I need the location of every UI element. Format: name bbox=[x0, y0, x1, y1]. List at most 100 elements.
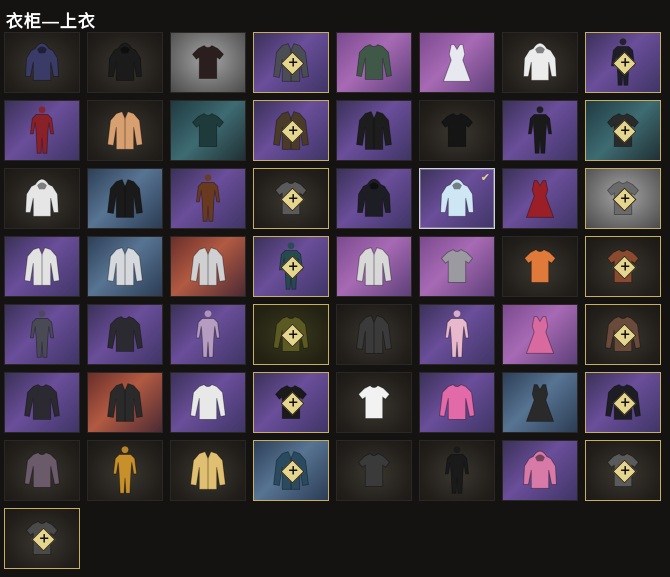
wardrobe-item-gray-suit[interactable] bbox=[4, 304, 80, 365]
check-icon: ✔ bbox=[480, 171, 490, 184]
longsleeve-icon bbox=[107, 316, 143, 352]
wardrobe-item-locked-jacket[interactable] bbox=[253, 32, 329, 93]
wardrobe-item-red-black-jacket[interactable] bbox=[87, 372, 163, 433]
suit-icon bbox=[195, 310, 221, 358]
page-title: 衣柜—上衣 bbox=[6, 12, 96, 31]
wardrobe-item-plaid-shirt[interactable] bbox=[4, 440, 80, 501]
hoodie-icon bbox=[108, 42, 142, 81]
wardrobe-item-white-biker-jacket[interactable] bbox=[4, 236, 80, 297]
wardrobe-item-pink-jumpsuit[interactable] bbox=[170, 304, 246, 365]
jacket-icon bbox=[107, 111, 143, 150]
wardrobe-item-locked-black-jacket[interactable] bbox=[585, 372, 661, 433]
wardrobe-item-red-dress[interactable] bbox=[502, 168, 578, 229]
hoodie-icon bbox=[523, 42, 557, 81]
wardrobe-item-white-blouse[interactable] bbox=[170, 372, 246, 433]
wardrobe-item-white-black-hoodie[interactable] bbox=[4, 168, 80, 229]
hoodie-icon bbox=[357, 178, 391, 217]
jacket-icon bbox=[356, 247, 392, 286]
suit-icon bbox=[112, 446, 138, 494]
tshirt-icon bbox=[523, 248, 557, 283]
wardrobe-item-tattoo-tee[interactable] bbox=[87, 304, 163, 365]
wardrobe-item-icy-hoodie[interactable]: ✔ bbox=[419, 168, 495, 229]
suit-icon bbox=[444, 446, 470, 494]
tshirt-icon bbox=[440, 248, 474, 283]
hoodie-icon bbox=[523, 450, 557, 489]
dress-icon bbox=[525, 180, 555, 218]
wardrobe-item-gold-sash-vest[interactable] bbox=[336, 100, 412, 161]
wardrobe-item-locked-dark-shirt[interactable] bbox=[585, 100, 661, 161]
suit-icon bbox=[29, 310, 55, 358]
wardrobe-item-locked-camo-coat[interactable] bbox=[253, 100, 329, 161]
wardrobe-grid: ✔ bbox=[4, 32, 668, 569]
wardrobe-item-mech-jacket[interactable] bbox=[170, 236, 246, 297]
wardrobe-item-duck-print-tee[interactable] bbox=[336, 372, 412, 433]
wardrobe-item-red-print-tshirt[interactable] bbox=[170, 32, 246, 93]
tshirt-icon bbox=[440, 112, 474, 147]
suit-icon bbox=[29, 106, 55, 154]
dress-icon bbox=[442, 44, 472, 82]
wardrobe-item-black-bodysuit[interactable] bbox=[502, 100, 578, 161]
longsleeve-icon bbox=[356, 44, 392, 80]
hoodie-icon bbox=[25, 178, 59, 217]
wardrobe-item-graffiti-sweater[interactable] bbox=[4, 372, 80, 433]
wardrobe-item-red-lined-jacket[interactable] bbox=[336, 304, 412, 365]
wardrobe-item-locked-black-tee[interactable] bbox=[253, 372, 329, 433]
wardrobe-item-locked-brown-sweater[interactable] bbox=[585, 304, 661, 365]
jacket-icon bbox=[24, 247, 60, 286]
jacket-icon bbox=[356, 111, 392, 150]
wardrobe-item-black-cloak[interactable] bbox=[336, 168, 412, 229]
wardrobe-item-locked-dark-outfit[interactable] bbox=[585, 32, 661, 93]
tshirt-icon bbox=[357, 384, 391, 419]
wardrobe-item-white-hoodie[interactable] bbox=[502, 32, 578, 93]
suit-icon bbox=[444, 310, 470, 358]
wardrobe-item-brown-coverall[interactable] bbox=[170, 168, 246, 229]
jacket-icon bbox=[190, 247, 226, 286]
tshirt-icon bbox=[357, 452, 391, 487]
wardrobe-item-locked-brown-tee[interactable] bbox=[585, 236, 661, 297]
wardrobe-item-yellow-black-jacket[interactable] bbox=[170, 440, 246, 501]
wardrobe-item-locked-blue-jacket[interactable] bbox=[253, 440, 329, 501]
wardrobe-item-locked-top[interactable] bbox=[585, 168, 661, 229]
wardrobe-item-black-vest[interactable] bbox=[87, 168, 163, 229]
wardrobe-item-pink-crop-top[interactable] bbox=[502, 304, 578, 365]
wardrobe-item-white-armor-jacket[interactable] bbox=[87, 236, 163, 297]
tshirt-icon bbox=[191, 44, 225, 79]
wardrobe-item-locked-olive-sweater[interactable] bbox=[253, 304, 329, 365]
wardrobe-item-white-dress-top[interactable] bbox=[419, 32, 495, 93]
wardrobe-item-black-coat[interactable] bbox=[419, 440, 495, 501]
dress-icon bbox=[525, 316, 555, 354]
wardrobe-item-gray-crop-top[interactable] bbox=[419, 236, 495, 297]
wardrobe-item-pink-hoodie[interactable] bbox=[502, 440, 578, 501]
wardrobe-item-yellow-coverall[interactable] bbox=[87, 440, 163, 501]
longsleeve-icon bbox=[24, 452, 60, 488]
wardrobe-item-gray-harness-top[interactable] bbox=[502, 372, 578, 433]
hoodie-icon bbox=[25, 42, 59, 81]
longsleeve-icon bbox=[439, 384, 475, 420]
wardrobe-item-orange-tee[interactable] bbox=[502, 236, 578, 297]
wardrobe-item-orange-white-jacket[interactable] bbox=[87, 100, 163, 161]
jacket-icon bbox=[190, 451, 226, 490]
wardrobe-item-black-yellow-tee[interactable] bbox=[419, 100, 495, 161]
suit-icon bbox=[527, 106, 553, 154]
longsleeve-icon bbox=[24, 384, 60, 420]
jacket-icon bbox=[107, 247, 143, 286]
wardrobe-item-red-jumpsuit[interactable] bbox=[4, 100, 80, 161]
wardrobe-item-locked-gray-shirt[interactable] bbox=[253, 168, 329, 229]
jacket-icon bbox=[107, 179, 143, 218]
wardrobe-item-pink-bodysuit[interactable] bbox=[419, 304, 495, 365]
dress-icon bbox=[525, 384, 555, 422]
wardrobe-item-black-hoodie[interactable] bbox=[87, 32, 163, 93]
jacket-icon bbox=[107, 383, 143, 422]
wardrobe-item-graphic-tee[interactable] bbox=[336, 440, 412, 501]
wardrobe-item-locked-dark-tee[interactable] bbox=[4, 508, 80, 569]
tshirt-icon bbox=[191, 112, 225, 147]
wardrobe-item-pink-sweatshirt[interactable] bbox=[419, 372, 495, 433]
wardrobe-item-teal-tshirt[interactable] bbox=[170, 100, 246, 161]
suit-icon bbox=[195, 174, 221, 222]
wardrobe-item-green-longsleeve[interactable] bbox=[336, 32, 412, 93]
jacket-icon bbox=[356, 315, 392, 354]
wardrobe-item-white-black-jacket[interactable] bbox=[336, 236, 412, 297]
wardrobe-item-locked-gray-tee[interactable] bbox=[585, 440, 661, 501]
wardrobe-item-locked-teal-top[interactable] bbox=[253, 236, 329, 297]
wardrobe-item-hooded-jacket[interactable] bbox=[4, 32, 80, 93]
